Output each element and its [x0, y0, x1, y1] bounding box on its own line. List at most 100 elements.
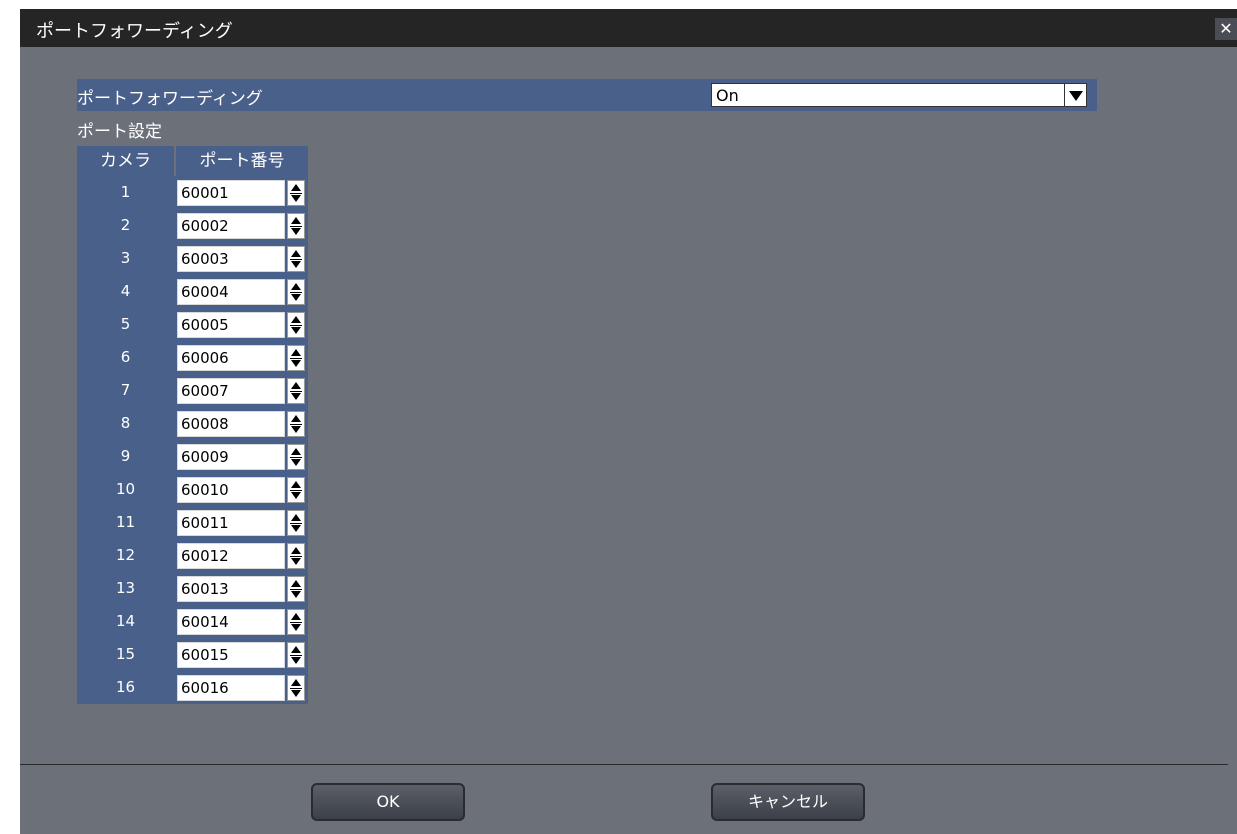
spin-up-icon[interactable] — [291, 316, 301, 323]
port-cell: 60007 — [174, 374, 308, 407]
table-row: 1 60001 — [77, 176, 308, 209]
spin-up-icon[interactable] — [291, 283, 301, 290]
spin-up-icon[interactable] — [291, 415, 301, 422]
port-number-input[interactable]: 60001 — [177, 180, 285, 206]
dialog-title: ポートフォワーディング — [36, 21, 233, 42]
port-number-input[interactable]: 60008 — [177, 411, 285, 437]
port-spinner[interactable] — [287, 543, 305, 569]
port-spinner[interactable] — [287, 345, 305, 371]
table-row: 16 60016 — [77, 671, 308, 704]
table-body: 1 60001 2 60002 3 60003 4 60004 5 60005 6 60006 7 600… — [77, 176, 308, 704]
spin-down-icon[interactable] — [291, 195, 301, 202]
port-forwarding-dialog: ポートフォワーディング ✕ ポートフォワーディング On ポート設定 カメラ ポ… — [20, 9, 1237, 834]
port-spinner[interactable] — [287, 444, 305, 470]
spin-down-icon[interactable] — [291, 657, 301, 664]
spin-down-icon[interactable] — [291, 459, 301, 466]
spin-down-icon[interactable] — [291, 525, 301, 532]
port-spinner[interactable] — [287, 279, 305, 305]
spin-up-icon[interactable] — [291, 613, 301, 620]
port-cell: 60006 — [174, 341, 308, 374]
chevron-down-icon[interactable] — [1064, 84, 1086, 106]
port-number-input[interactable]: 60004 — [177, 279, 285, 305]
port-spinner[interactable] — [287, 312, 305, 338]
camera-number: 10 — [77, 473, 174, 506]
port-cell: 60011 — [174, 506, 308, 539]
spin-down-icon[interactable] — [291, 294, 301, 301]
port-spinner[interactable] — [287, 378, 305, 404]
spin-down-icon[interactable] — [291, 393, 301, 400]
spin-down-icon[interactable] — [291, 228, 301, 235]
port-number-input[interactable]: 60016 — [177, 675, 285, 701]
spin-down-icon[interactable] — [291, 360, 301, 367]
spin-up-icon[interactable] — [291, 448, 301, 455]
port-spinner[interactable] — [287, 411, 305, 437]
port-forwarding-select[interactable]: On — [711, 83, 1087, 107]
table-row: 10 60010 — [77, 473, 308, 506]
spinner-divider — [290, 259, 302, 260]
close-button[interactable]: ✕ — [1215, 18, 1237, 40]
port-number-input[interactable]: 60014 — [177, 609, 285, 635]
table-row: 11 60011 — [77, 506, 308, 539]
port-number-input[interactable]: 60005 — [177, 312, 285, 338]
camera-number: 3 — [77, 242, 174, 275]
spin-up-icon[interactable] — [291, 514, 301, 521]
table-row: 12 60012 — [77, 539, 308, 572]
spinner-divider — [290, 424, 302, 425]
camera-number: 13 — [77, 572, 174, 605]
port-forwarding-value: On — [716, 86, 739, 105]
cancel-button[interactable]: キャンセル — [711, 783, 865, 821]
spin-down-icon[interactable] — [291, 690, 301, 697]
port-cell: 60009 — [174, 440, 308, 473]
camera-number: 12 — [77, 539, 174, 572]
spin-up-icon[interactable] — [291, 250, 301, 257]
port-number-input[interactable]: 60011 — [177, 510, 285, 536]
spin-down-icon[interactable] — [291, 624, 301, 631]
port-cell: 60014 — [174, 605, 308, 638]
port-number-input[interactable]: 60007 — [177, 378, 285, 404]
port-forwarding-label: ポートフォワーディング — [77, 89, 263, 109]
port-spinner[interactable] — [287, 675, 305, 701]
port-number-input[interactable]: 60009 — [177, 444, 285, 470]
spin-up-icon[interactable] — [291, 580, 301, 587]
port-spinner[interactable] — [287, 246, 305, 272]
port-number-input[interactable]: 60003 — [177, 246, 285, 272]
spin-down-icon[interactable] — [291, 558, 301, 565]
port-number-input[interactable]: 60013 — [177, 576, 285, 602]
spin-up-icon[interactable] — [291, 382, 301, 389]
spin-up-icon[interactable] — [291, 679, 301, 686]
spin-up-icon[interactable] — [291, 646, 301, 653]
port-spinner[interactable] — [287, 477, 305, 503]
camera-number: 15 — [77, 638, 174, 671]
port-number-input[interactable]: 60010 — [177, 477, 285, 503]
spin-down-icon[interactable] — [291, 261, 301, 268]
camera-number: 1 — [77, 176, 174, 209]
port-spinner[interactable] — [287, 609, 305, 635]
spin-up-icon[interactable] — [291, 547, 301, 554]
spinner-divider — [290, 358, 302, 359]
spin-up-icon[interactable] — [291, 349, 301, 356]
spinner-divider — [290, 655, 302, 656]
spin-down-icon[interactable] — [291, 591, 301, 598]
port-spinner[interactable] — [287, 576, 305, 602]
camera-number: 4 — [77, 275, 174, 308]
ok-button[interactable]: OK — [311, 783, 465, 821]
spin-down-icon[interactable] — [291, 426, 301, 433]
camera-number: 2 — [77, 209, 174, 242]
spin-up-icon[interactable] — [291, 217, 301, 224]
port-number-input[interactable]: 60012 — [177, 543, 285, 569]
port-spinner[interactable] — [287, 642, 305, 668]
port-spinner[interactable] — [287, 213, 305, 239]
port-number-input[interactable]: 60015 — [177, 642, 285, 668]
spinner-divider — [290, 556, 302, 557]
port-cell: 60004 — [174, 275, 308, 308]
spin-down-icon[interactable] — [291, 327, 301, 334]
title-bar: ポートフォワーディング ✕ — [20, 9, 1237, 47]
port-cell: 60001 — [174, 176, 308, 209]
spin-up-icon[interactable] — [291, 184, 301, 191]
port-number-input[interactable]: 60002 — [177, 213, 285, 239]
port-spinner[interactable] — [287, 510, 305, 536]
port-number-input[interactable]: 60006 — [177, 345, 285, 371]
spin-down-icon[interactable] — [291, 492, 301, 499]
port-spinner[interactable] — [287, 180, 305, 206]
spin-up-icon[interactable] — [291, 481, 301, 488]
